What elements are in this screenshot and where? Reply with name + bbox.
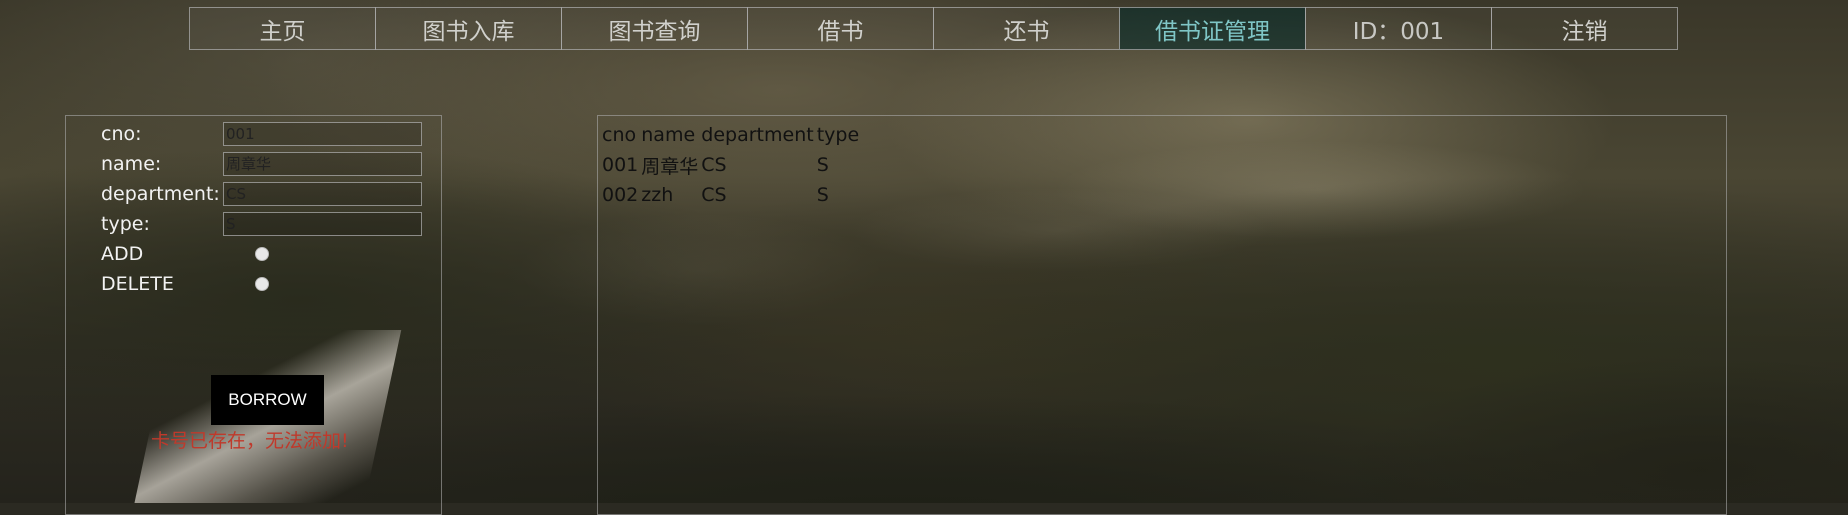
nav-home[interactable]: 主页 [189, 7, 376, 50]
card-form-panel: cno: 001 name: 周章华 department: CS type: … [65, 115, 442, 515]
type-label: type: [101, 213, 150, 235]
cell-type: S [816, 184, 829, 206]
cell-cno: 002 [602, 184, 639, 206]
cell-type: S [816, 154, 829, 176]
add-label: ADD [101, 243, 144, 265]
delete-label: DELETE [101, 273, 174, 295]
cell-name: zzh [641, 184, 674, 206]
add-row: ADD [101, 241, 226, 267]
table-header-row: cno name department type [602, 120, 862, 150]
cell-department: CS [701, 154, 727, 176]
department-input[interactable]: CS [223, 182, 422, 206]
name-row: name: [101, 151, 226, 177]
cell-cno: 001 [602, 154, 639, 176]
cell-name: 周章华 [641, 155, 699, 178]
cno-row: cno: [101, 121, 226, 147]
nav-book-search[interactable]: 图书查询 [561, 7, 748, 50]
nav-book-stock-in[interactable]: 图书入库 [375, 7, 562, 50]
type-row: type: [101, 211, 226, 237]
delete-row: DELETE [101, 271, 226, 297]
name-input[interactable]: 周章华 [223, 152, 422, 176]
nav-card-management[interactable]: 借书证管理 [1119, 7, 1306, 50]
header-name: name [641, 124, 696, 146]
cno-input[interactable]: 001 [223, 122, 422, 146]
nav-return[interactable]: 还书 [933, 7, 1120, 50]
nav-logout[interactable]: 注销 [1491, 7, 1678, 50]
error-message: 卡号已存在，无法添加! [151, 430, 349, 452]
header-cno: cno [602, 124, 637, 146]
header-type: type [816, 124, 860, 146]
table-row: 001 周章华 CS S [602, 150, 862, 180]
add-radio[interactable] [255, 247, 269, 261]
card-table-panel: cno name department type 001 周章华 CS S 00… [597, 115, 1727, 515]
cell-department: CS [701, 184, 727, 206]
cno-label: cno: [101, 123, 142, 145]
type-input[interactable]: S [223, 212, 422, 236]
nav-user-id: ID：001 [1305, 7, 1492, 50]
department-row: department: [101, 181, 226, 207]
nav-borrow[interactable]: 借书 [747, 7, 934, 50]
delete-radio[interactable] [255, 277, 269, 291]
borrow-button[interactable]: BORROW [211, 375, 324, 425]
name-label: name: [101, 153, 162, 175]
header-department: department [701, 124, 814, 146]
top-navigation: 主页 图书入库 图书查询 借书 还书 借书证管理 ID：001 注销 [189, 7, 1695, 52]
department-label: department: [101, 183, 220, 205]
card-table: cno name department type 001 周章华 CS S 00… [602, 120, 862, 210]
table-row: 002 zzh CS S [602, 180, 862, 210]
